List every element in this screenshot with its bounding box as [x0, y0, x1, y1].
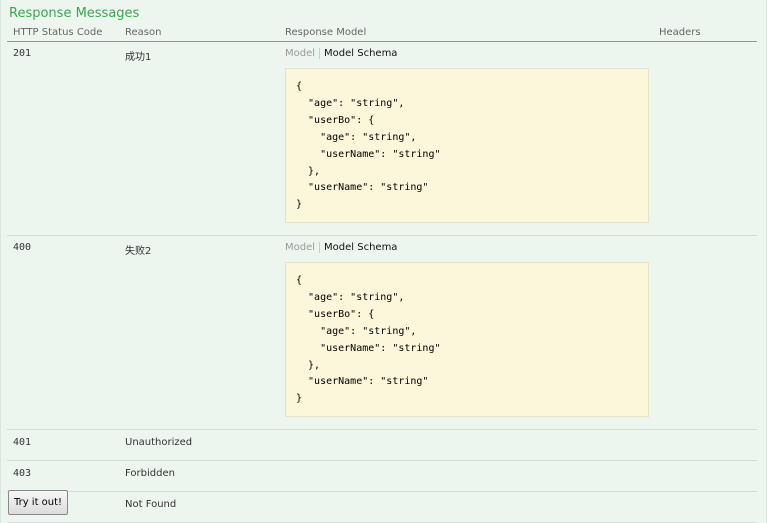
headers-cell: [653, 491, 757, 523]
table-row: 401 Unauthorized: [7, 429, 757, 461]
response-model-cell: [279, 460, 653, 492]
reason-text: Forbidden: [119, 460, 279, 492]
response-model-cell: [279, 429, 653, 461]
model-schema-json: { "age": "string", "userBo": { "age": "s…: [296, 81, 441, 211]
table-header-row: HTTP Status Code Reason Response Model H…: [7, 24, 757, 42]
col-header-reason: Reason: [119, 24, 279, 42]
tab-model-schema[interactable]: Model Schema: [320, 242, 397, 253]
table-row: 404 Not Found: [7, 491, 757, 523]
headers-cell: [653, 235, 757, 430]
headers-cell: [653, 460, 757, 492]
response-messages-table: HTTP Status Code Reason Response Model H…: [7, 24, 757, 523]
table-row: 201 成功1 Model Model Schema { "age": "stri…: [7, 41, 757, 236]
headers-cell: [653, 41, 757, 236]
status-code: 403: [7, 460, 119, 492]
reason-text: Unauthorized: [119, 429, 279, 461]
reason-text: 失败2: [119, 235, 279, 430]
col-header-response-model: Response Model: [279, 24, 653, 42]
response-model-cell: [279, 491, 653, 523]
model-schema-box[interactable]: { "age": "string", "userBo": { "age": "s…: [285, 262, 649, 417]
reason-text: Not Found: [119, 491, 279, 523]
col-header-status-code: HTTP Status Code: [7, 24, 119, 42]
section-title: Response Messages: [9, 6, 140, 21]
response-messages-panel: Response Messages HTTP Status Code Reaso…: [0, 0, 767, 523]
table-row: 400 失败2 Model Model Schema { "age": "stri…: [7, 235, 757, 430]
tab-model-schema[interactable]: Model Schema: [320, 48, 397, 59]
response-model-cell: Model Model Schema { "age": "string", "us…: [279, 235, 653, 430]
status-code: 400: [7, 235, 119, 430]
table-row: 403 Forbidden: [7, 460, 757, 492]
tab-model[interactable]: Model: [285, 48, 321, 59]
headers-cell: [653, 429, 757, 461]
model-schema-box[interactable]: { "age": "string", "userBo": { "age": "s…: [285, 68, 649, 223]
status-code: 401: [7, 429, 119, 461]
try-it-out-button[interactable]: Try it out!: [8, 490, 68, 515]
col-header-headers: Headers: [653, 24, 757, 42]
response-model-cell: Model Model Schema { "age": "string", "us…: [279, 41, 653, 236]
model-tabs: Model Model Schema: [285, 242, 653, 257]
reason-text: 成功1: [119, 41, 279, 236]
tab-model[interactable]: Model: [285, 242, 321, 253]
status-code: 201: [7, 41, 119, 236]
model-schema-json: { "age": "string", "userBo": { "age": "s…: [296, 275, 441, 405]
model-tabs: Model Model Schema: [285, 48, 653, 63]
